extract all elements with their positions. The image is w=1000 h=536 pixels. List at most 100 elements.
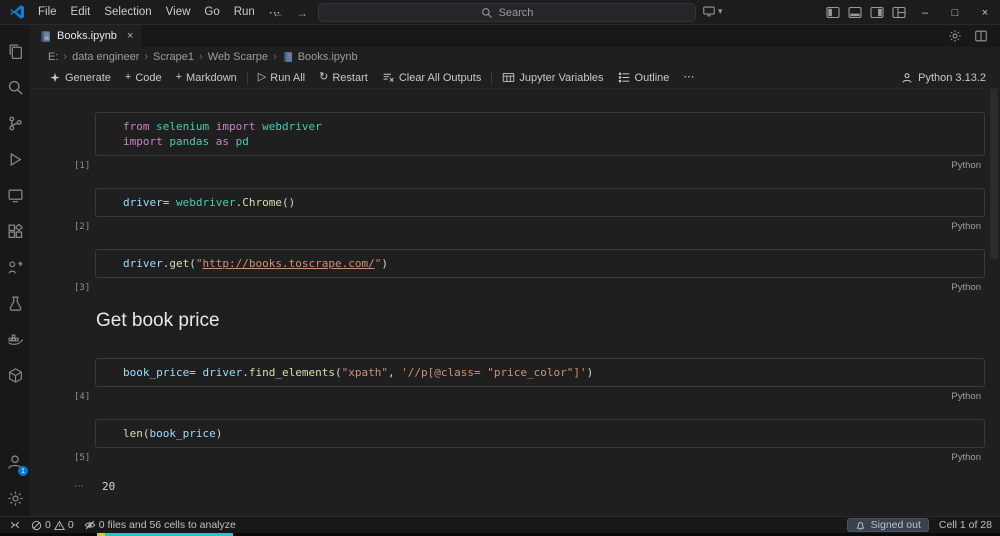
cube-icon xyxy=(7,367,24,384)
vscode-logo-icon xyxy=(9,4,25,20)
remote-monitor-icon xyxy=(7,187,24,204)
chevron-right-icon: › xyxy=(273,51,277,63)
toggle-primary-sidebar-button[interactable] xyxy=(822,0,844,25)
activity-run-and-debug[interactable] xyxy=(0,141,30,177)
activity-search[interactable] xyxy=(0,69,30,105)
notebook-code-cell[interactable]: [3]driver.get("http://books.toscrape.com… xyxy=(95,249,985,278)
toolbar-divider xyxy=(247,72,248,84)
kernel-picker[interactable]: Python 3.13.2 xyxy=(901,72,986,84)
activity-extensions[interactable] xyxy=(0,213,30,249)
menu-file[interactable]: File xyxy=(31,6,64,18)
outline-list-icon xyxy=(618,71,631,84)
breadcrumb-drive[interactable]: E: xyxy=(48,51,58,63)
menu-go[interactable]: Go xyxy=(197,6,226,18)
window-switcher-button[interactable]: ▾ xyxy=(702,4,723,18)
menu-run[interactable]: Run xyxy=(227,6,262,18)
markdown-heading[interactable]: Get book price xyxy=(96,310,985,332)
outline-button[interactable]: Outline xyxy=(611,71,677,84)
remote-indicator[interactable] xyxy=(4,517,26,533)
maximize-button[interactable]: □ xyxy=(940,0,970,25)
history-nav: ← → xyxy=(272,0,308,25)
forward-button[interactable]: → xyxy=(296,6,308,20)
cell-language-label[interactable]: Python xyxy=(951,221,981,232)
code-editor-area[interactable]: driver= webdriver.Chrome() xyxy=(95,188,985,217)
run-all-button[interactable]: ▷ Run All xyxy=(251,72,312,84)
menu-view[interactable]: View xyxy=(159,6,198,18)
toggle-secondary-sidebar-button[interactable] xyxy=(866,0,888,25)
activity-docker[interactable] xyxy=(0,321,30,357)
notebook-code-cell[interactable]: [5]len(book_price)Python xyxy=(95,419,985,448)
signed-out-status[interactable]: Signed out xyxy=(847,518,929,532)
activity-testing[interactable] xyxy=(0,285,30,321)
menu-selection[interactable]: Selection xyxy=(97,6,158,18)
cell-language-label[interactable]: Python xyxy=(951,452,981,463)
add-markdown-cell-button[interactable]: + Markdown xyxy=(169,72,244,84)
settings-button[interactable] xyxy=(0,480,30,516)
code-editor-area[interactable]: from selenium import webdriverimport pan… xyxy=(95,112,985,156)
tab-close-icon[interactable]: × xyxy=(127,30,133,42)
execution-count-label: [5] xyxy=(74,453,90,463)
activity-package-explorer[interactable] xyxy=(0,357,30,393)
search-icon xyxy=(7,79,24,96)
breadcrumb-folder-3[interactable]: Web Scarpe xyxy=(208,51,268,63)
files-icon xyxy=(7,43,24,60)
code-editor-area[interactable]: len(book_price) xyxy=(95,419,985,448)
error-icon xyxy=(31,520,42,531)
gear-icon xyxy=(7,490,24,507)
search-label: Search xyxy=(499,7,534,19)
back-button[interactable]: ← xyxy=(272,6,284,20)
jupyter-variables-button[interactable]: Jupyter Variables xyxy=(495,71,610,84)
menu-bar: File Edit Selection View Go Run ⋯ xyxy=(31,5,287,19)
cell-language-label[interactable]: Python xyxy=(951,160,981,171)
code-editor-area[interactable]: driver.get("http://books.toscrape.com/") xyxy=(95,249,985,278)
restart-icon: ↻ xyxy=(319,72,328,83)
code-editor-area[interactable]: book_price= driver.find_elements("xpath"… xyxy=(95,358,985,387)
notebook-file-icon xyxy=(282,51,294,63)
split-editor-icon[interactable] xyxy=(974,29,988,43)
configure-gear-icon[interactable] xyxy=(948,29,962,43)
notebook-file-icon xyxy=(39,30,52,43)
ellipsis-icon: ⋯ xyxy=(683,72,694,83)
analysis-status[interactable]: 0 files and 56 cells to analyze xyxy=(79,517,241,533)
cell-language-label[interactable]: Python xyxy=(951,282,981,293)
accounts-button[interactable]: 1 xyxy=(0,444,30,480)
tab-books-ipynb[interactable]: Books.ipynb × xyxy=(30,25,143,47)
notebook-code-cell[interactable]: [2]driver= webdriver.Chrome()Python xyxy=(95,188,985,217)
cell-output: ⋯20 xyxy=(74,480,985,493)
minimize-button[interactable]: – xyxy=(910,0,940,25)
account-badge: 1 xyxy=(18,466,28,476)
activity-source-control[interactable] xyxy=(0,105,30,141)
output-collapse-toggle[interactable]: ⋯ xyxy=(74,481,92,492)
customize-layout-button[interactable] xyxy=(888,0,910,25)
git-branch-icon xyxy=(7,115,24,132)
remote-icon xyxy=(9,519,21,531)
menu-edit[interactable]: Edit xyxy=(64,6,98,18)
execution-count-label: [3] xyxy=(74,283,90,293)
cell-position-indicator[interactable]: Cell 1 of 28 xyxy=(939,519,992,531)
generate-button[interactable]: Generate xyxy=(42,72,118,84)
activity-live-share[interactable] xyxy=(0,249,30,285)
toolbar-more-button[interactable]: ⋯ xyxy=(676,72,701,83)
eye-off-icon xyxy=(84,519,96,531)
breadcrumb-file[interactable]: Books.ipynb xyxy=(282,51,358,63)
add-code-cell-button[interactable]: + Code xyxy=(118,72,169,84)
warning-icon xyxy=(54,520,65,531)
restart-kernel-button[interactable]: ↻ Restart xyxy=(312,72,375,84)
notebook-code-cell[interactable]: [1]from selenium import webdriverimport … xyxy=(95,112,985,156)
execution-count-label: [1] xyxy=(74,161,90,171)
scrollbar-thumb[interactable] xyxy=(990,89,998,259)
toggle-panel-button[interactable] xyxy=(844,0,866,25)
activity-explorer[interactable] xyxy=(0,33,30,69)
sparkle-icon xyxy=(49,72,61,84)
cell-language-label[interactable]: Python xyxy=(951,391,981,402)
clear-all-outputs-button[interactable]: Clear All Outputs xyxy=(375,71,489,84)
problems-indicator[interactable]: 0 0 xyxy=(26,517,79,533)
breadcrumb-folder-1[interactable]: data engineer xyxy=(72,51,139,63)
activity-remote-explorer[interactable] xyxy=(0,177,30,213)
breadcrumb-folder-2[interactable]: Scrape1 xyxy=(153,51,194,63)
plus-icon: + xyxy=(125,72,131,83)
close-window-button[interactable]: × xyxy=(970,0,1000,25)
command-center-search[interactable]: Search xyxy=(318,3,696,22)
warning-count: 0 xyxy=(68,519,74,531)
notebook-code-cell[interactable]: [4]book_price= driver.find_elements("xpa… xyxy=(95,358,985,387)
